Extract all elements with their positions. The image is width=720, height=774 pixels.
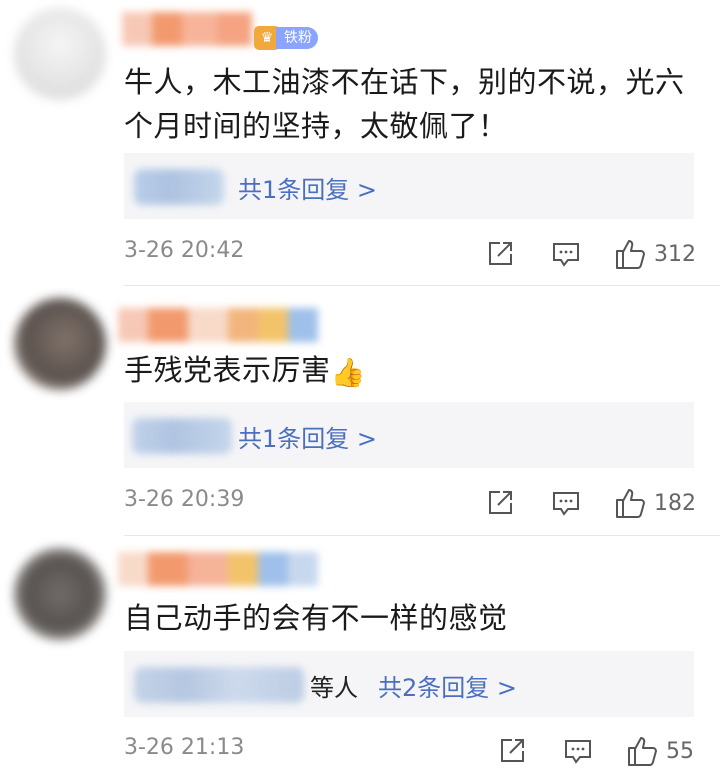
comment-text-content: 手残党表示厉害 <box>124 353 331 387</box>
thumbs-up-emoji: 👍 <box>330 356 366 389</box>
share-icon[interactable] <box>498 735 526 767</box>
comment-text: 牛人，木工油漆不在话下，别的不说，光六个月时间的坚持，太敬佩了！ <box>124 65 685 143</box>
comment-text: 手残党表示厉害👍 <box>124 348 704 395</box>
thumbs-up-icon <box>616 489 645 518</box>
like-button[interactable]: 55 <box>626 735 694 767</box>
comment-meta: 3-26 20:39 182 <box>124 487 696 519</box>
like-count: 312 <box>654 241 696 267</box>
username[interactable] <box>122 12 252 46</box>
fan-badge[interactable]: ♛ 铁粉 <box>254 25 318 51</box>
badge-label: 铁粉 <box>276 27 318 49</box>
username[interactable] <box>118 308 318 342</box>
reply-count-link[interactable]: 共2条回复 > <box>378 668 517 703</box>
comment-text: 自己动手的会有不一样的感觉 <box>124 601 508 635</box>
like-button[interactable]: 312 <box>614 238 696 270</box>
comment-item: 手残党表示厉害👍 共1条回复 > 3-26 20:39 182 <box>0 286 720 536</box>
reply-summary[interactable]: 等人 共2条回复 > <box>124 651 694 717</box>
reply-avatars <box>132 418 232 454</box>
comment-time: 3-26 21:13 <box>124 735 245 760</box>
reply-summary[interactable]: 共1条回复 > <box>124 153 694 219</box>
avatar[interactable] <box>14 548 106 640</box>
like-count: 182 <box>654 490 696 516</box>
reply-avatars <box>134 169 224 205</box>
comment-icon[interactable] <box>564 735 592 767</box>
comment-item: ♛ 铁粉 牛人，木工油漆不在话下，别的不说，光六个月时间的坚持，太敬佩了！ 共1… <box>0 0 720 285</box>
reply-count-link[interactable]: 共1条回复 > <box>238 170 377 205</box>
share-icon[interactable] <box>486 487 514 519</box>
thumbs-up-icon <box>628 737 657 766</box>
like-count: 55 <box>666 738 694 764</box>
comment-icon[interactable] <box>552 238 580 270</box>
comment-time: 3-26 20:42 <box>124 238 245 263</box>
reply-users-suffix: 等人 <box>310 674 358 702</box>
reply-count-link[interactable]: 共1条回复 > <box>238 419 377 454</box>
thumbs-up-icon <box>616 240 645 269</box>
reply-summary[interactable]: 共1条回复 > <box>124 402 694 468</box>
share-icon[interactable] <box>486 238 514 270</box>
comment-item: 自己动手的会有不一样的感觉 等人 共2条回复 > 3-26 21:13 55 <box>0 536 720 774</box>
comment-meta: 3-26 20:42 312 <box>124 238 696 270</box>
like-button[interactable]: 182 <box>614 487 696 519</box>
comment-time: 3-26 20:39 <box>124 487 245 512</box>
avatar[interactable] <box>14 8 106 100</box>
reply-avatars <box>134 667 304 703</box>
reply-prefix: 等人 <box>310 668 358 703</box>
username[interactable] <box>118 552 318 586</box>
comment-meta: 3-26 21:13 55 <box>124 735 694 767</box>
comment-icon[interactable] <box>552 487 580 519</box>
avatar[interactable] <box>14 298 106 390</box>
